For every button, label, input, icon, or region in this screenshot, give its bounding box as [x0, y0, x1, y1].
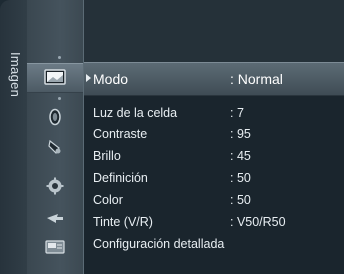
setup-icon[interactable] [44, 177, 66, 195]
sound-icon[interactable] [44, 108, 66, 126]
menu-item-label: Contraste [93, 127, 148, 141]
selection-arrow-icon [86, 74, 91, 82]
category-icon-column [27, 0, 83, 274]
menu-item-value: : 45 [230, 149, 251, 163]
input-icon[interactable] [44, 208, 66, 226]
menu-item-value: : V50/R50 [230, 215, 286, 229]
header-band [84, 0, 344, 62]
separator-dot [58, 97, 61, 100]
menu-item-definicion[interactable]: Definición : 50 [84, 168, 344, 188]
menu-item-color[interactable]: Color : 50 [84, 190, 344, 210]
menu-item-value: : 50 [230, 171, 251, 185]
menu-item-value: : 50 [230, 193, 251, 207]
menu-item-value: : Normal [230, 71, 283, 87]
menu-item-tinte[interactable]: Tinte (V/R) : V50/R50 [84, 212, 344, 232]
category-title: Imagen [8, 52, 23, 98]
menu-item-label: Modo [93, 71, 129, 87]
menu-item-value: : 7 [230, 106, 244, 120]
separator-dot [58, 56, 61, 59]
tv-osd-menu: Imagen Modo: Normal Luz de la celda: 7… [0, 0, 344, 274]
menu-item-luz-de-la-celda[interactable]: Luz de la celda : 7 [84, 103, 344, 123]
menu-item-label: Configuración detallada [93, 237, 225, 251]
menu-item-label: Tinte (V/R) [93, 215, 153, 229]
category-strip: Imagen [0, 0, 27, 274]
application-icon[interactable] [44, 238, 66, 256]
menu-item-label: Definición [93, 171, 148, 185]
menu-item-label: Color [93, 193, 123, 207]
menu-item-value: : 95 [230, 127, 251, 141]
channel-icon[interactable] [44, 138, 66, 156]
picture-icon[interactable] [44, 68, 66, 86]
menu-item-label: Luz de la celda [93, 106, 178, 120]
menu-item-configuracion-detallada[interactable]: Configuración detallada [84, 234, 344, 254]
menu-item-label: Brillo [93, 149, 121, 163]
menu-item-contraste[interactable]: Contraste : 95 [84, 124, 344, 144]
menu-item-brillo[interactable]: Brillo : 45 [84, 146, 344, 166]
menu-item-modo[interactable]: Modo : Normal [84, 62, 344, 96]
